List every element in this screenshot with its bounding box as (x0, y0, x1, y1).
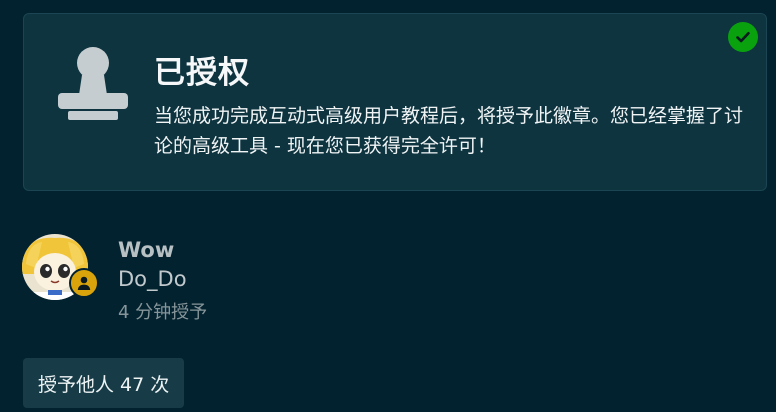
checkmark-icon (736, 31, 750, 43)
stamp-icon (58, 47, 128, 120)
badge-card: 已授权 当您成功完成互动式高级用户教程后，将授予此徽章。您已经掌握了讨论的高级工… (23, 13, 767, 191)
user-handle[interactable]: Do_Do (118, 267, 187, 291)
badge-title: 已授权 (154, 55, 250, 91)
granted-user-row: Wow Do_Do 4 分钟授予 (22, 234, 422, 329)
user-icon (77, 276, 91, 290)
user-flair-badge (69, 268, 99, 298)
user-name[interactable]: Wow (118, 238, 174, 262)
granted-to-others-button[interactable]: 授予他人 47 次 (23, 358, 185, 408)
granted-check-badge (728, 22, 758, 52)
granted-time: 4 分钟授予 (118, 302, 208, 323)
badge-description: 当您成功完成互动式高级用户教程后，将授予此徽章。您已经掌握了讨论的高级工具 - … (154, 105, 744, 157)
